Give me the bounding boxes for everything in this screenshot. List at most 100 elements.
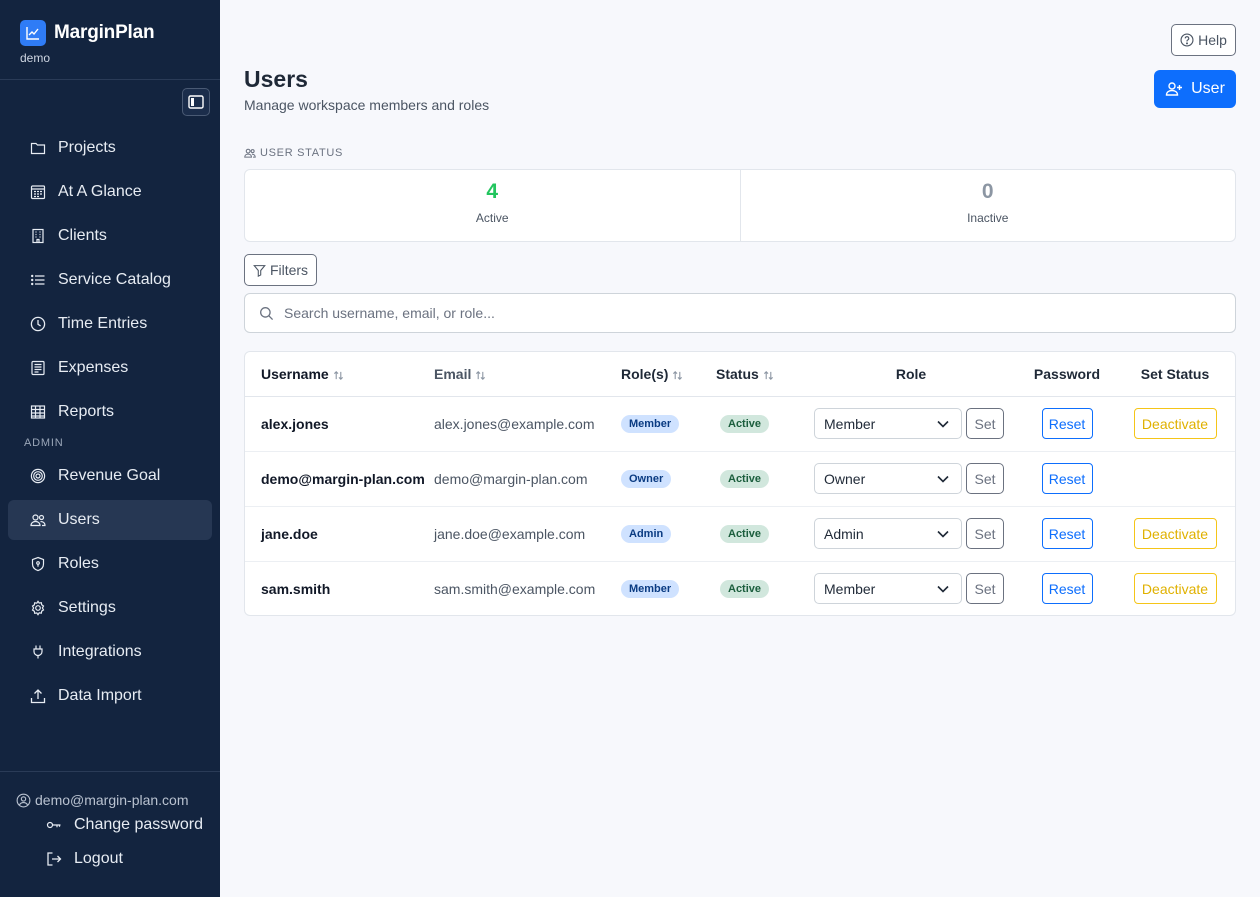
plug-icon <box>33 645 43 659</box>
role-select-value: Owner <box>824 470 866 487</box>
col-password-header: Password <box>1019 352 1115 397</box>
status-badge: Active <box>720 470 770 488</box>
shield-icon <box>31 556 45 572</box>
col-status-header[interactable]: Status <box>716 352 803 397</box>
nav-item-clients[interactable]: Clients <box>8 216 212 256</box>
col-email-label: Email <box>434 365 472 382</box>
nav-item-expenses[interactable]: Expenses <box>8 348 212 388</box>
role-select[interactable]: Admin <box>814 518 962 549</box>
sort-icon <box>476 370 486 380</box>
nav-label: Service Catalog <box>58 271 171 288</box>
col-email-header[interactable]: Email <box>434 352 621 397</box>
col-role-header: Role <box>803 352 1019 397</box>
nav-item-users[interactable]: Users <box>8 500 212 540</box>
col-set-status-header: Set Status <box>1115 352 1235 397</box>
table-row: sam.smith sam.smith@example.com Member A… <box>245 561 1235 615</box>
nav-item-roles[interactable]: Roles <box>8 544 212 584</box>
table-row: alex.jones alex.jones@example.com Member… <box>245 396 1235 452</box>
set-role-button[interactable]: Set <box>966 463 1004 494</box>
nav-label: Projects <box>58 139 116 156</box>
nav-item-data-import[interactable]: Data Import <box>8 676 212 716</box>
reset-password-button[interactable]: Reset <box>1041 573 1093 605</box>
filters-label: Filters <box>269 262 309 278</box>
nav-label: Clients <box>58 227 107 244</box>
nav-item-projects[interactable]: Projects <box>8 128 212 168</box>
change-password-link[interactable]: Change password <box>0 808 220 842</box>
logout-link[interactable]: Logout <box>0 842 220 876</box>
role-select-value: Member <box>824 415 876 432</box>
cell-email: sam.smith@example.com <box>434 580 596 597</box>
help-button[interactable]: Help <box>1171 24 1236 56</box>
nav-section-admin: ADMIN <box>24 437 64 449</box>
current-user: demo@margin-plan.com <box>0 792 220 808</box>
add-user-label: User <box>1191 80 1225 97</box>
role-select[interactable]: Member <box>814 408 962 439</box>
list-icon <box>31 274 45 286</box>
nav-item-revenue-goal[interactable]: Revenue Goal <box>8 456 212 496</box>
user-status-card: 4 Active 0 Inactive <box>244 169 1236 242</box>
table-icon <box>30 405 46 419</box>
question-circle-icon <box>1180 33 1194 47</box>
reset-password-button[interactable]: Reset <box>1041 518 1093 549</box>
nav-item-integrations[interactable]: Integrations <box>8 632 212 672</box>
role-select-value: Admin <box>824 525 864 542</box>
role-select[interactable]: Owner <box>814 463 962 494</box>
col-roles-label: Role(s) <box>621 365 669 382</box>
cell-username: jane.doe <box>245 506 434 562</box>
set-role-button[interactable]: Set <box>966 408 1004 439</box>
sidebar: MarginPlan demo Projects At A Glance Cli… <box>0 0 220 897</box>
deactivate-button[interactable]: Deactivate <box>1133 408 1217 439</box>
reset-password-button[interactable]: Reset <box>1041 463 1093 494</box>
nav-label: Expenses <box>58 359 129 376</box>
role-badge: Member <box>621 580 680 599</box>
receipt-icon <box>31 360 45 376</box>
add-user-button[interactable]: User <box>1154 70 1236 108</box>
chevron-down-icon <box>937 420 949 428</box>
reset-password-button[interactable]: Reset <box>1041 408 1093 439</box>
active-users-stat: 4 Active <box>245 170 740 241</box>
col-username-label: Username <box>261 365 329 382</box>
nav-item-service-catalog[interactable]: Service Catalog <box>8 260 212 300</box>
chevron-down-icon <box>937 585 949 593</box>
deactivate-button[interactable]: Deactivate <box>1133 518 1217 549</box>
brand-name[interactable]: MarginPlan <box>54 22 155 44</box>
sidebar-toggle-icon <box>188 95 204 109</box>
folder-icon <box>30 142 46 155</box>
filter-icon <box>253 264 266 277</box>
building-icon <box>32 228 44 244</box>
nav-item-settings[interactable]: Settings <box>8 588 212 628</box>
trend-chart-logo-icon <box>20 20 46 46</box>
table-row: jane.doe jane.doe@example.com Admin Acti… <box>245 506 1235 562</box>
users-icon <box>244 148 256 158</box>
sort-icon <box>333 370 343 380</box>
role-select-value: Member <box>824 580 876 597</box>
inactive-users-count: 0 <box>981 180 994 203</box>
inactive-users-stat: 0 Inactive <box>739 170 1236 241</box>
sidebar-toggle-button[interactable] <box>182 88 210 116</box>
search-input[interactable] <box>284 305 1184 321</box>
deactivate-button[interactable]: Deactivate <box>1133 573 1217 605</box>
logout-icon <box>47 852 62 866</box>
role-select[interactable]: Member <box>814 573 962 605</box>
sidebar-footer: demo@margin-plan.com Change password Log… <box>0 771 220 876</box>
nav-label: At A Glance <box>58 183 142 200</box>
col-roles-header[interactable]: Role(s) <box>621 352 716 397</box>
set-role-button[interactable]: Set <box>966 518 1004 549</box>
set-role-button[interactable]: Set <box>966 573 1004 605</box>
user-status-heading-label: USER STATUS <box>260 147 344 159</box>
workspace-name: demo <box>20 51 51 65</box>
nav-item-time-entries[interactable]: Time Entries <box>8 304 212 344</box>
cell-username: sam.smith <box>261 580 331 597</box>
nav-item-at-a-glance[interactable]: At A Glance <box>8 172 212 212</box>
nav-label: Time Entries <box>58 315 148 332</box>
filters-button[interactable]: Filters <box>244 254 317 286</box>
col-username-header[interactable]: Username <box>245 352 434 397</box>
target-icon <box>30 468 46 484</box>
cell-email: jane.doe@example.com <box>434 506 621 562</box>
cell-username: demo@margin-plan.com <box>245 451 434 507</box>
nav-label: Data Import <box>58 687 142 704</box>
nav-label: Users <box>58 511 100 528</box>
nav-item-reports[interactable]: Reports <box>8 392 212 432</box>
nav-label: Integrations <box>58 643 142 660</box>
set-status-empty-cell <box>1115 451 1235 507</box>
